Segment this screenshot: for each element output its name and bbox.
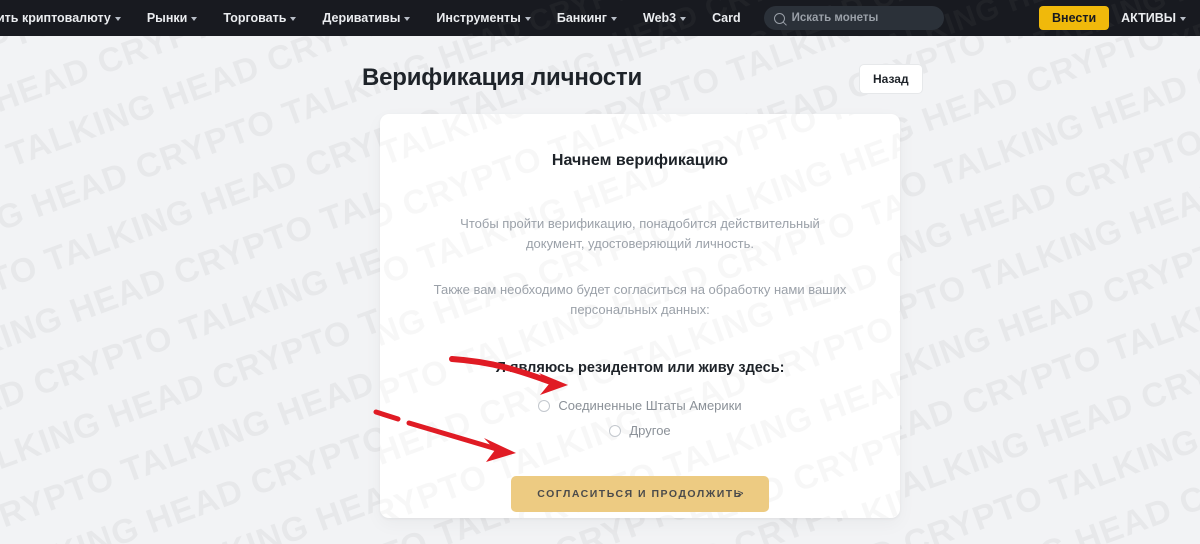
radio-circle-icon[interactable] — [538, 399, 551, 412]
nav-item-label: Торговать — [223, 11, 287, 25]
nav-item-markets[interactable]: Рынки — [134, 11, 211, 25]
card-paragraph-document: Чтобы пройти верификацию, понадобится де… — [460, 216, 820, 251]
chevron-down-icon — [191, 16, 198, 21]
nav-menu-items: ить криптовалюту Рынки Торговать Дериват… — [0, 11, 754, 25]
navbar-right-actions: Внести АКТИВЫ — [1039, 6, 1190, 30]
radio-circle-icon[interactable] — [609, 424, 622, 437]
nav-item-trade[interactable]: Торговать — [210, 11, 309, 25]
agree-button-label: СОГЛАСИТЬСЯ И ПРОДОЛЖИТЬ — [537, 488, 743, 500]
nav-item-banking[interactable]: Банкинг — [544, 11, 630, 25]
nav-item-label: Web3 — [643, 11, 677, 25]
nav-item-label: ить криптовалюту — [0, 11, 111, 25]
chevron-down-icon — [611, 16, 618, 21]
residency-radio-group: Соединенные Штаты Америки Другое — [414, 398, 866, 438]
radio-option-usa[interactable]: Соединенные Штаты Америки — [538, 398, 742, 413]
deposit-button[interactable]: Внести — [1039, 6, 1110, 30]
chevron-down-icon — [680, 16, 687, 21]
nav-item-card[interactable]: Card — [699, 11, 753, 25]
card-title: Начнем верификацию — [551, 152, 729, 169]
search-input[interactable]: Искать монеты — [763, 6, 944, 30]
chevron-down-icon — [1180, 16, 1186, 21]
nav-item-label: Инструменты — [436, 11, 521, 25]
search-placeholder: Искать монеты — [791, 12, 879, 24]
nav-item-tools[interactable]: Инструменты — [423, 11, 543, 25]
page-header — [0, 36, 1200, 106]
nav-item-label: Банкинг — [556, 11, 608, 25]
radio-option-label: Другое — [629, 423, 671, 438]
residency-question-label: Я являюсь резидентом или живу здесь: — [495, 360, 785, 376]
radio-option-other[interactable]: Другое — [609, 423, 671, 438]
card-paragraph-consent: Также вам необходимо будет согласиться н… — [433, 282, 847, 317]
chevron-down-icon — [114, 16, 121, 21]
chevron-down-icon — [404, 16, 411, 21]
verification-card: TALKING HEAD CRYPTO TALKING HEAD CRYPTO … — [380, 114, 900, 518]
assets-label: АКТИВЫ — [1121, 11, 1176, 25]
chevron-right-icon: > — [737, 488, 745, 500]
nav-item-label: Деривативы — [322, 11, 401, 25]
nav-item-buy-crypto[interactable]: ить криптовалюту — [0, 11, 134, 25]
nav-item-label: Card — [712, 11, 741, 25]
assets-menu[interactable]: АКТИВЫ — [1121, 11, 1190, 25]
radio-option-label: Соединенные Штаты Америки — [558, 398, 742, 413]
chevron-down-icon — [290, 16, 297, 21]
top-navigation-bar: TALKING HEAD CRYPTO TALKING HEAD CRYPTO … — [0, 0, 1200, 36]
nav-item-label: Рынки — [146, 11, 188, 25]
nav-item-web3[interactable]: Web3 — [630, 11, 699, 25]
chevron-down-icon — [524, 16, 531, 21]
nav-item-derivatives[interactable]: Деривативы — [309, 11, 423, 25]
search-icon — [773, 12, 785, 24]
agree-and-continue-button[interactable]: СОГЛАСИТЬСЯ И ПРОДОЛЖИТЬ > — [511, 476, 769, 512]
